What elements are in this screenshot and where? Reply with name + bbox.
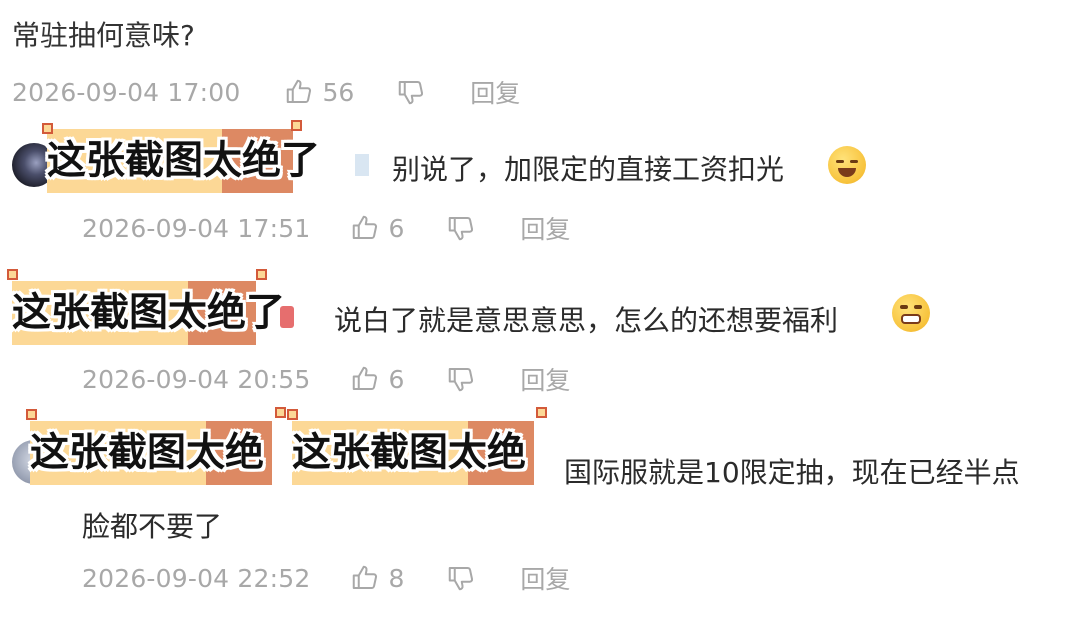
- thumbs-down-icon: [399, 81, 424, 105]
- top-comment-meta: 2026-09-04 17:00 56 回复: [12, 74, 520, 110]
- resize-handle[interactable]: [256, 269, 267, 280]
- comment-time: 2026-09-04 17:00: [12, 77, 241, 107]
- like-count: 8: [388, 563, 405, 593]
- like-count: 6: [388, 364, 405, 394]
- reply-button[interactable]: 回复: [470, 74, 520, 110]
- dislike-button[interactable]: [446, 213, 476, 243]
- sticker-text: 这张截图太绝了: [12, 290, 286, 336]
- sticker-overlay: 这张截图太绝了: [12, 281, 285, 345]
- dislike-button[interactable]: [446, 364, 476, 394]
- thumbs-down-icon: [449, 217, 474, 241]
- comment-time: 2026-09-04 22:52: [82, 563, 311, 593]
- crying-laughing-emoji: [828, 146, 866, 184]
- reply-meta: 2026-09-04 22:52 8 回复: [82, 560, 570, 596]
- reply-text: 说白了就是意思意思，怎么的还想要福利: [334, 304, 839, 337]
- reply-text: 别说了，加限定的直接工资扣光: [392, 153, 785, 186]
- dislike-button[interactable]: [446, 563, 476, 593]
- sticker-text: 这张截图太绝了: [47, 138, 321, 184]
- like-count: 56: [322, 77, 355, 107]
- reply-button[interactable]: 回复: [520, 560, 570, 596]
- reply-meta: 2026-09-04 17:51 6 回复: [82, 210, 570, 246]
- reply-text: 国际服就是10限定抽，现在已经半点: [564, 456, 1020, 489]
- thumbs-up-icon: [353, 565, 378, 589]
- sticker-text: 这张截图太绝: [292, 430, 527, 476]
- sticker-overlay: 这张截图太绝了: [47, 129, 320, 193]
- thumbs-up-icon: [353, 366, 378, 390]
- resize-handle[interactable]: [536, 407, 547, 418]
- thumbs-up-icon: [353, 215, 378, 239]
- like-count: 6: [388, 213, 405, 243]
- resize-handle[interactable]: [42, 123, 53, 134]
- like-button[interactable]: 6: [350, 364, 404, 394]
- thumbs-up-icon: [287, 79, 312, 103]
- comment-thread: 常驻抽何意味? 2026-09-04 17:00 56 回复 这张截图太绝了 别…: [0, 0, 1080, 621]
- resize-handle[interactable]: [7, 269, 18, 280]
- username-fragment[interactable]: [355, 154, 369, 176]
- comment-time: 2026-09-04 20:55: [82, 364, 311, 394]
- thumbs-down-icon: [449, 368, 474, 392]
- resize-handle[interactable]: [275, 407, 286, 418]
- like-button[interactable]: 8: [350, 563, 404, 593]
- dislike-button[interactable]: [396, 77, 426, 107]
- grinning-teeth-emoji: [892, 294, 930, 332]
- reply-button[interactable]: 回复: [520, 361, 570, 397]
- top-comment-text: 常驻抽何意味?: [12, 19, 195, 52]
- reply-meta: 2026-09-04 20:55 6 回复: [82, 361, 570, 397]
- like-button[interactable]: 6: [350, 213, 404, 243]
- resize-handle[interactable]: [287, 409, 298, 420]
- comment-time: 2026-09-04 17:51: [82, 213, 311, 243]
- like-button[interactable]: 56: [284, 77, 354, 107]
- reply-text-continued: 脸都不要了: [82, 510, 223, 543]
- thumbs-down-icon: [449, 567, 474, 591]
- resize-handle[interactable]: [291, 120, 302, 131]
- sticker-text: 这张截图太绝: [30, 430, 265, 476]
- reply-button[interactable]: 回复: [520, 210, 570, 246]
- resize-handle[interactable]: [26, 409, 37, 420]
- sticker-overlay: 这张截图太绝: [292, 421, 534, 485]
- sticker-overlay: 这张截图太绝: [30, 421, 272, 485]
